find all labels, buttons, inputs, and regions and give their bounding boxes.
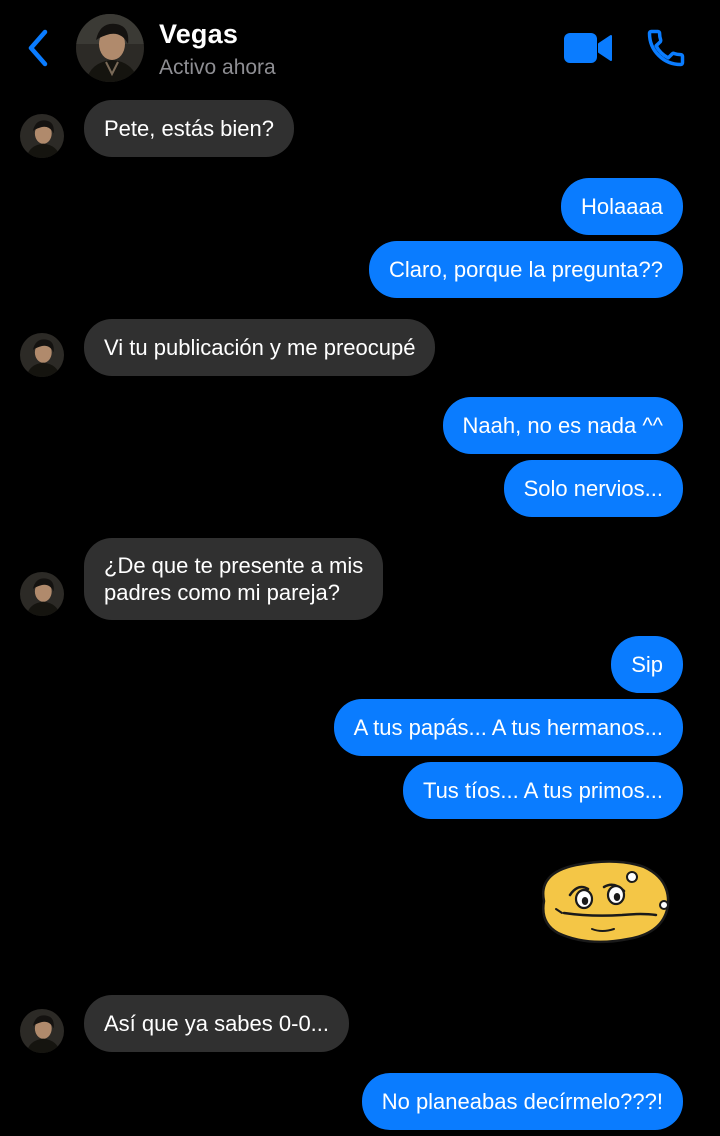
phone-icon	[647, 29, 685, 67]
incoming-message[interactable]: Vi tu publicación y me preocupé	[84, 319, 436, 376]
contact-avatar[interactable]	[76, 14, 144, 82]
audio-call-button[interactable]	[644, 26, 688, 70]
incoming-message[interactable]: Así que ya sabes 0-0...	[84, 995, 350, 1052]
outgoing-message[interactable]: A tus papás... A tus hermanos...	[333, 699, 683, 756]
video-call-button[interactable]	[562, 30, 614, 66]
sticker-image	[541, 860, 670, 944]
message-line: ¿De que te presente a mis	[104, 553, 364, 578]
message-line: padres como mi pareja?	[104, 580, 341, 605]
sender-avatar[interactable]	[20, 572, 64, 616]
sender-avatar[interactable]	[20, 1009, 64, 1053]
back-button[interactable]	[18, 26, 58, 70]
contact-name[interactable]: Vegas	[159, 19, 238, 50]
outgoing-message[interactable]: Naah, no es nada ^^	[442, 397, 683, 454]
sender-avatar[interactable]	[20, 114, 64, 158]
video-camera-icon	[564, 33, 612, 63]
outgoing-message[interactable]: No planeabas decírmelo???!	[361, 1073, 683, 1130]
outgoing-message[interactable]: Holaaaa	[561, 178, 683, 235]
incoming-message[interactable]: ¿De que te presente a mis padres como mi…	[84, 538, 384, 620]
contact-status: Activo ahora	[159, 56, 276, 79]
avatar-image	[76, 14, 144, 82]
avatar-image	[20, 572, 64, 616]
incoming-message[interactable]: Pete, estás bien?	[84, 100, 295, 157]
outgoing-message[interactable]: Sip	[611, 636, 683, 693]
outgoing-message[interactable]: Tus tíos... A tus primos...	[402, 762, 683, 819]
avatar-image	[20, 114, 64, 158]
chat-header: Vegas Activo ahora	[0, 0, 720, 98]
outgoing-message[interactable]: Claro, porque la pregunta??	[369, 241, 683, 298]
worried-potato-sticker[interactable]	[532, 855, 674, 947]
outgoing-message[interactable]: Solo nervios...	[503, 460, 683, 517]
chevron-left-icon	[28, 29, 48, 67]
avatar-image	[20, 333, 64, 377]
avatar-image	[20, 1009, 64, 1053]
sender-avatar[interactable]	[20, 333, 64, 377]
